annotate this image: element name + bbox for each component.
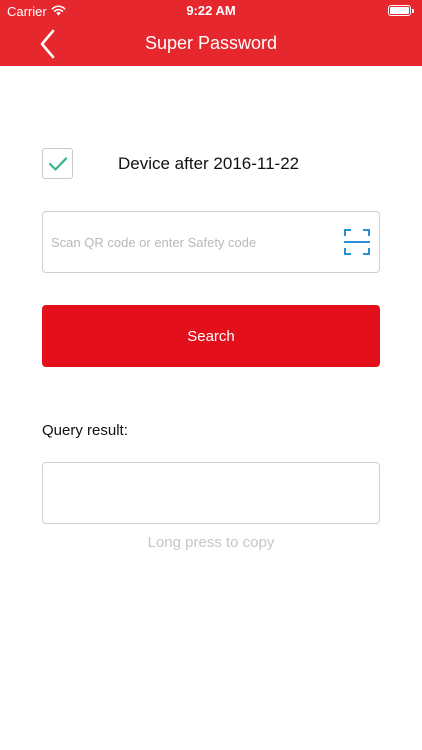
status-bar: Carrier 9:22 AM [0,0,422,22]
search-button[interactable]: Search [42,305,380,367]
super-password-screen: Carrier 9:22 AM Super Password Device af… [0,0,422,750]
qr-scan-icon [344,229,370,255]
device-after-checkbox[interactable] [42,148,73,179]
code-input-container [42,211,380,273]
page-title: Super Password [144,33,278,53]
nav-bar: Super Password [0,22,422,66]
scan-qr-button[interactable] [343,228,371,256]
query-result-box[interactable] [42,462,380,524]
safety-code-input[interactable] [43,212,333,272]
query-result-label: Query result: [42,422,128,439]
battery-icon [388,5,414,16]
header: Carrier 9:22 AM Super Password [0,0,422,66]
status-time: 9:22 AM [186,3,236,18]
device-after-label: Device after 2016-11-22 [118,154,300,173]
battery-fill [390,7,409,14]
checkmark-icon [48,156,67,171]
copy-hint: Long press to copy [147,534,275,551]
